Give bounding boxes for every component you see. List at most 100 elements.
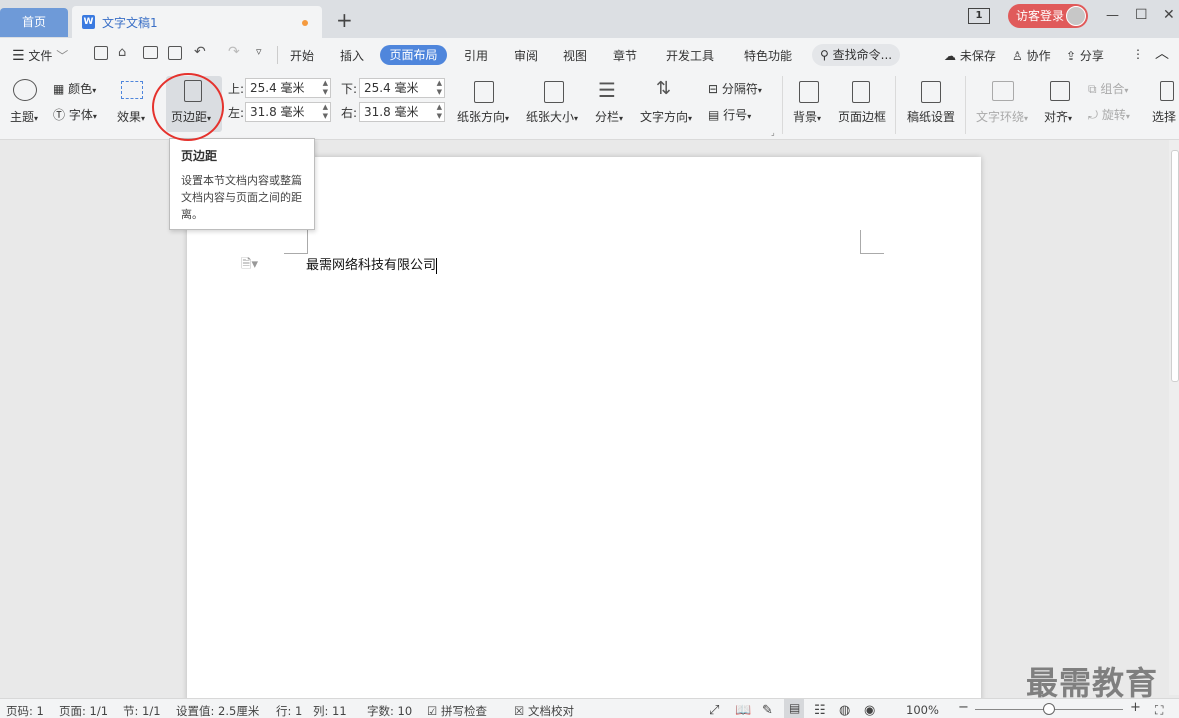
text-wrap-button[interactable]: 文字环绕▾ (976, 108, 1028, 125)
group-button[interactable]: ⧉ 组合▾ (1088, 80, 1128, 97)
eye-protect-icon[interactable]: ◉ (864, 703, 875, 718)
doc-check-button[interactable]: ☒ 文档校对 (514, 703, 574, 718)
share-icon: ⇪ (1066, 49, 1077, 63)
status-section[interactable]: 节: 1/1 (123, 703, 161, 718)
tab-chapter[interactable]: 章节 (613, 47, 637, 64)
color-label: 颜色 (68, 82, 93, 96)
login-button[interactable]: 访客登录 (1008, 4, 1088, 28)
zoom-in-icon[interactable]: + (1130, 700, 1141, 715)
fit-page-icon[interactable]: ⛶ (1155, 703, 1163, 718)
text-wrap-label: 文字环绕 (976, 110, 1025, 124)
tab-page-layout[interactable]: 页面布局 (380, 45, 447, 65)
status-col[interactable]: 列: 11 (313, 703, 347, 718)
outline-mode-icon[interactable]: ☷ (814, 703, 826, 718)
more-icon[interactable]: ⋮ (1132, 47, 1144, 61)
tab-insert[interactable]: 插入 (340, 47, 364, 64)
save-icon[interactable] (94, 46, 108, 60)
align-label: 对齐 (1044, 110, 1069, 124)
web-mode-icon[interactable]: ◍ (839, 703, 850, 718)
spinner-arrows-icon[interactable]: ▲ ▼ (323, 103, 328, 121)
search-command-input[interactable]: ⚲ 查找命令... (812, 44, 900, 66)
cloud-icon: ☁ (944, 49, 956, 63)
group-label: 组合 (1100, 82, 1125, 96)
new-tab-button[interactable]: + (336, 8, 353, 32)
line-number-label: 行号 (723, 108, 748, 122)
redo-icon[interactable]: ↷ (228, 44, 240, 60)
tab-document[interactable]: W 文字文稿1 (72, 6, 322, 38)
align-button[interactable]: 对齐▾ (1044, 108, 1072, 125)
spinner-arrows-icon[interactable]: ▲ ▼ (323, 79, 328, 97)
top-margin-value: 25.4 毫米 (250, 81, 305, 95)
right-margin-input[interactable]: 31.8 毫米 ▲ ▼ (359, 102, 445, 122)
collapse-ribbon-icon[interactable]: ︿ (1155, 43, 1169, 63)
line-number-button[interactable]: ▤ 行号▾ (708, 106, 751, 123)
document-text[interactable]: 最需网络科技有限公司 (306, 254, 438, 274)
read-mode-icon[interactable]: 📖 (735, 703, 751, 718)
minimize-button[interactable]: — (1106, 8, 1119, 23)
tab-review[interactable]: 审阅 (514, 47, 538, 64)
columns-button[interactable]: 分栏▾ (595, 108, 623, 125)
font-button[interactable]: Ⓣ 字体▾ (53, 106, 97, 123)
zoom-level[interactable]: 100% (906, 703, 939, 717)
unsaved-dot-icon (302, 20, 308, 26)
rotate-button[interactable]: ⤾ 旋转▾ (1088, 106, 1130, 123)
color-button[interactable]: ▦ 颜色▾ (53, 80, 96, 97)
theme-button[interactable]: 主题▾ (10, 108, 38, 125)
paragraph-menu-icon[interactable]: 🗎▾ (241, 255, 258, 277)
text-direction-button[interactable]: 文字方向▾ (640, 108, 692, 125)
orientation-label: 纸张方向 (457, 110, 506, 124)
orientation-button[interactable]: 纸张方向▾ (457, 108, 509, 125)
background-button[interactable]: 背景▾ (793, 108, 821, 125)
format-painter-icon[interactable]: ⌂ (118, 45, 126, 60)
spell-check-button[interactable]: ☑ 拼写检查 (427, 703, 487, 718)
spinner-arrows-icon[interactable]: ▲ ▼ (437, 103, 442, 121)
dialog-launcher-icon[interactable]: ⌟ (771, 128, 775, 137)
left-margin-input[interactable]: 31.8 毫米 ▲ ▼ (245, 102, 331, 122)
select-button[interactable]: 选择 (1152, 108, 1179, 125)
quick-access-more-icon[interactable]: ▿ (256, 45, 262, 58)
share-button[interactable]: ⇪ 分享 (1066, 47, 1104, 64)
edit-mode-icon[interactable]: ✎ (762, 703, 773, 718)
separator-button[interactable]: ⊟ 分隔符▾ (708, 80, 762, 97)
zoom-out-icon[interactable]: − (958, 700, 969, 715)
top-margin-input[interactable]: 25.4 毫米 ▲ ▼ (245, 78, 331, 98)
orientation-icon (474, 81, 494, 103)
status-setting[interactable]: 设置值: 2.5厘米 (176, 703, 259, 718)
file-label: 文件 (28, 49, 53, 63)
status-bar: 页码: 1 页面: 1/1 节: 1/1 设置值: 2.5厘米 行: 1 列: … (0, 698, 1179, 718)
text-cursor (436, 257, 438, 274)
spinner-arrows-icon[interactable]: ▲ ▼ (437, 79, 442, 97)
bottom-margin-input[interactable]: 25.4 毫米 ▲ ▼ (359, 78, 445, 98)
paper-size-button[interactable]: 纸张大小▾ (526, 108, 578, 125)
effect-button[interactable]: 效果▾ (117, 108, 145, 125)
fullscreen-icon[interactable]: ⤢ (709, 703, 719, 718)
line-number-icon: ▤ (708, 108, 720, 122)
status-page[interactable]: 页面: 1/1 (59, 703, 108, 718)
scrollbar-thumb[interactable] (1171, 150, 1179, 382)
page-border-button[interactable]: 页面边框 (838, 108, 886, 125)
margin-corner-top-right (860, 230, 884, 254)
status-row[interactable]: 行: 1 (276, 703, 302, 718)
close-button[interactable]: ✕ (1163, 7, 1175, 23)
zoom-slider-handle[interactable] (1043, 703, 1055, 715)
collaborate-button[interactable]: ♙ 协作 (1012, 47, 1051, 64)
tab-home[interactable]: 首页 (0, 8, 68, 37)
file-menu[interactable]: ☰ 文件 ﹀ (12, 47, 68, 64)
tab-references[interactable]: 引用 (464, 47, 488, 64)
document-tab-title: 文字文稿1 (102, 16, 158, 30)
page-mode-button[interactable]: ▤ (784, 699, 804, 718)
print-icon[interactable] (143, 46, 158, 59)
unsaved-button[interactable]: ☁ 未保存 (944, 47, 996, 64)
undo-icon[interactable]: ↶ (194, 44, 206, 60)
tab-view[interactable]: 视图 (563, 47, 587, 64)
print-preview-icon[interactable] (168, 46, 182, 60)
maximize-button[interactable]: ☐ (1135, 7, 1148, 23)
status-word-count[interactable]: 字数: 10 (367, 703, 412, 718)
draft-setup-button[interactable]: 稿纸设置 (907, 108, 955, 125)
page-view-icon[interactable]: 1 (968, 8, 990, 24)
document-page[interactable]: 🗎▾ 最需网络科技有限公司 (187, 157, 981, 702)
tab-features[interactable]: 特色功能 (744, 47, 792, 64)
tab-developer[interactable]: 开发工具 (666, 47, 714, 64)
status-page-code[interactable]: 页码: 1 (6, 703, 44, 718)
tab-start[interactable]: 开始 (290, 47, 314, 64)
